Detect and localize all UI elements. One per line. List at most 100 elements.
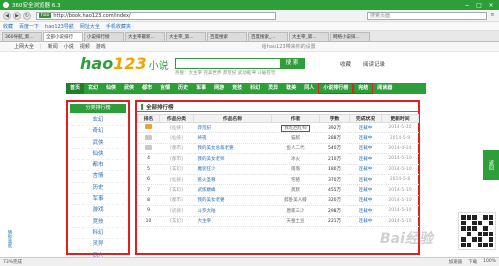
address-input[interactable]: hao http://book.hao123.com/index/	[36, 11, 276, 20]
book-name-link[interactable]: 我的美女老师	[193, 153, 272, 165]
nav-item[interactable]: 历史	[174, 83, 192, 94]
table-row[interactable]: 9 [武侠] 斗罗大陆 唐家三少 298万 连载中 2014-5-10	[137, 205, 419, 217]
author-cell[interactable]: 鱼人二代	[271, 143, 320, 155]
top-link[interactable]: 新闻	[48, 43, 58, 50]
hot-search-words[interactable]: 热搜：大主宰 完美世界 莽荒纪 武动乾坤 斗破苍穹	[175, 70, 275, 76]
nav-item[interactable]: 军事	[192, 83, 210, 94]
nav-item[interactable]: 都市	[138, 83, 156, 94]
table-row[interactable]: 7 [玄幻] 武炼巅峰 莫默 455万 连载中 2014-5-10	[137, 184, 419, 196]
nav-item[interactable]: 仙侠	[102, 83, 120, 94]
sidebar-category-item[interactable]: 游戏	[72, 205, 124, 217]
top-link[interactable]: 小说	[64, 43, 74, 50]
favorite-item[interactable]: 网址大全	[80, 23, 100, 30]
author-cell[interactable]: 猫腻	[271, 132, 320, 144]
book-name-link[interactable]: 我的美女总裁老婆	[193, 143, 272, 155]
favorite-item[interactable]: 收藏	[3, 23, 13, 30]
browser-search-input[interactable]: 搜索页面	[367, 11, 487, 20]
nav-reader[interactable]: 阅读器	[373, 83, 396, 94]
search-button[interactable]: 搜 索	[280, 59, 304, 68]
sidebar-category-item[interactable]: 灵异	[72, 239, 124, 251]
table-row[interactable]: 5 [玄幻] 魔装狂少 雨落 180万 连载中 2014-5-10	[137, 164, 419, 175]
left-dock[interactable]: 猜你喜欢	[0, 230, 12, 250]
nav-home[interactable]: 首页	[66, 83, 85, 94]
table-row[interactable]: [仙侠] 将夜 猫腻 288万 连载中 2014-5-9	[137, 132, 419, 144]
favorite-item[interactable]: hao123导航	[45, 23, 74, 30]
browser-tab[interactable]: 360导航_新...	[2, 32, 42, 41]
book-name-link[interactable]: 大主宰	[193, 216, 272, 227]
sidebar-category-item[interactable]: 武侠	[72, 138, 124, 149]
novel-search-input[interactable]	[176, 59, 280, 68]
author-cell[interactable]: 醉卧美人膝	[271, 195, 320, 207]
nav-ranking[interactable]: 小说排行榜	[318, 83, 354, 94]
nav-item[interactable]: 武侠	[120, 83, 138, 94]
status-item[interactable]: 加速器	[449, 259, 463, 265]
sidebar-category-item[interactable]: 科幻	[72, 228, 124, 240]
table-row[interactable]: 4 [都市] 我的美女老师 冰火 210万 连载中 2014-5-10	[137, 153, 419, 165]
nav-item[interactable]: 耽美	[282, 83, 300, 94]
favorite-item[interactable]: 百度一下	[19, 23, 39, 30]
zoom-level[interactable]: 100%	[483, 259, 496, 265]
table-row[interactable]: [仙侠] 莽荒纪 我吃西红柿 392万 连载中 2014-5-10	[137, 122, 419, 134]
back-icon[interactable]: ◀	[3, 11, 11, 20]
nav-finished[interactable]: 完结	[353, 83, 374, 94]
reading-history-link[interactable]: 阅读记录	[363, 60, 385, 68]
maximize-button[interactable]: □	[474, 2, 484, 9]
author-cell[interactable]: 雨落	[271, 164, 320, 175]
book-name-link[interactable]: 我的美女老婆	[193, 195, 272, 207]
collect-link[interactable]: 收藏	[340, 60, 351, 68]
browser-tab[interactable]: 大主宰_第...	[289, 32, 329, 41]
author-cell[interactable]: 唐家三少	[271, 205, 320, 217]
book-name-link[interactable]: 将夜	[193, 132, 272, 144]
browser-tab[interactable]: 百度搜索	[207, 32, 247, 41]
forward-icon[interactable]: ▶	[13, 11, 21, 20]
favorite-item[interactable]: 手机收藏夹	[106, 23, 131, 30]
browser-tab[interactable]: 百度搜索_...	[248, 32, 288, 41]
author-cell[interactable]: 宅猪	[271, 174, 320, 186]
sidebar-category-item[interactable]: 玄幻	[72, 115, 124, 127]
table-row[interactable]: 8 [都市] 我的美女老婆 醉卧美人膝 320万 连载中 2014-5-10	[137, 195, 419, 207]
book-name-link[interactable]: 魔装狂少	[193, 164, 272, 175]
top-link[interactable]: 视频	[80, 43, 90, 50]
sidebar-category-item[interactable]: 言情	[72, 171, 124, 183]
nav-item[interactable]: 玄幻	[84, 83, 102, 94]
sidebar-category-item[interactable]: 仙侠	[72, 149, 124, 161]
book-name-link[interactable]: 莽荒纪	[193, 122, 272, 134]
sidebar-category-item[interactable]: 奇幻	[72, 126, 124, 138]
table-row[interactable]: [都市] 我的美女总裁老婆 鱼人二代 540万 连载中 2014-4-24	[137, 143, 419, 155]
nav-item[interactable]: 言情	[156, 83, 174, 94]
nav-item[interactable]: 竞技	[228, 83, 246, 94]
book-name-link[interactable]: 惹火圣尊	[193, 174, 272, 186]
book-name-link[interactable]: 斗罗大陆	[193, 205, 272, 217]
sidebar-category-item[interactable]: 历史	[72, 183, 124, 195]
table-row[interactable]: 6 [仙侠] 惹火圣尊 宅猪 370万 连载中 2014-5-8	[137, 174, 419, 186]
update-date-cell: 2014-5-10	[381, 164, 419, 175]
nav-item[interactable]: 同人	[300, 83, 318, 94]
author-cell[interactable]: 天蚕土豆	[271, 216, 320, 227]
browser-tab[interactable]: 大主宰最新...	[125, 32, 165, 41]
close-button[interactable]: ×	[486, 2, 496, 9]
sidebar-category-item[interactable]: 都市	[72, 160, 124, 172]
nav-item[interactable]: 灵异	[264, 83, 282, 94]
status-item[interactable]: 下载	[468, 259, 477, 265]
author-cell[interactable]: 冰火	[271, 153, 320, 165]
author-cell[interactable]: 我吃西红柿	[271, 122, 320, 134]
side-float-button[interactable]: 返回	[483, 150, 499, 180]
table-row[interactable]: 10 [玄幻] 大主宰 天蚕土豆 221万 连载中 2014-5-10	[137, 216, 419, 227]
author-cell[interactable]: 莫默	[271, 184, 320, 196]
book-name-link[interactable]: 武炼巅峰	[193, 184, 272, 196]
browser-tab[interactable]: 小说排行榜	[84, 32, 124, 41]
menu-icon[interactable]: ≡	[489, 12, 496, 19]
browser-tab[interactable]: 网络小说排...	[330, 32, 370, 41]
header-ad-text[interactable]: 给hao123带来你的设置	[262, 43, 316, 50]
nav-item[interactable]: 科幻	[246, 83, 264, 94]
browser-tab[interactable]: 大主宰_第...	[166, 32, 206, 41]
sidebar-category-item[interactable]: 军事	[72, 194, 124, 206]
sidebar-category-item[interactable]: 竞技	[72, 217, 124, 228]
browser-tab-active[interactable]: 全部小说排行	[43, 32, 83, 41]
minimize-button[interactable]: −	[462, 2, 472, 9]
top-link[interactable]: 游戏	[96, 43, 106, 50]
top-link[interactable]: 上网大全	[14, 43, 34, 50]
site-logo[interactable]: hao 123 小说	[80, 54, 169, 74]
refresh-icon[interactable]: ↻	[23, 11, 31, 20]
nav-item[interactable]: 网游	[210, 83, 228, 94]
